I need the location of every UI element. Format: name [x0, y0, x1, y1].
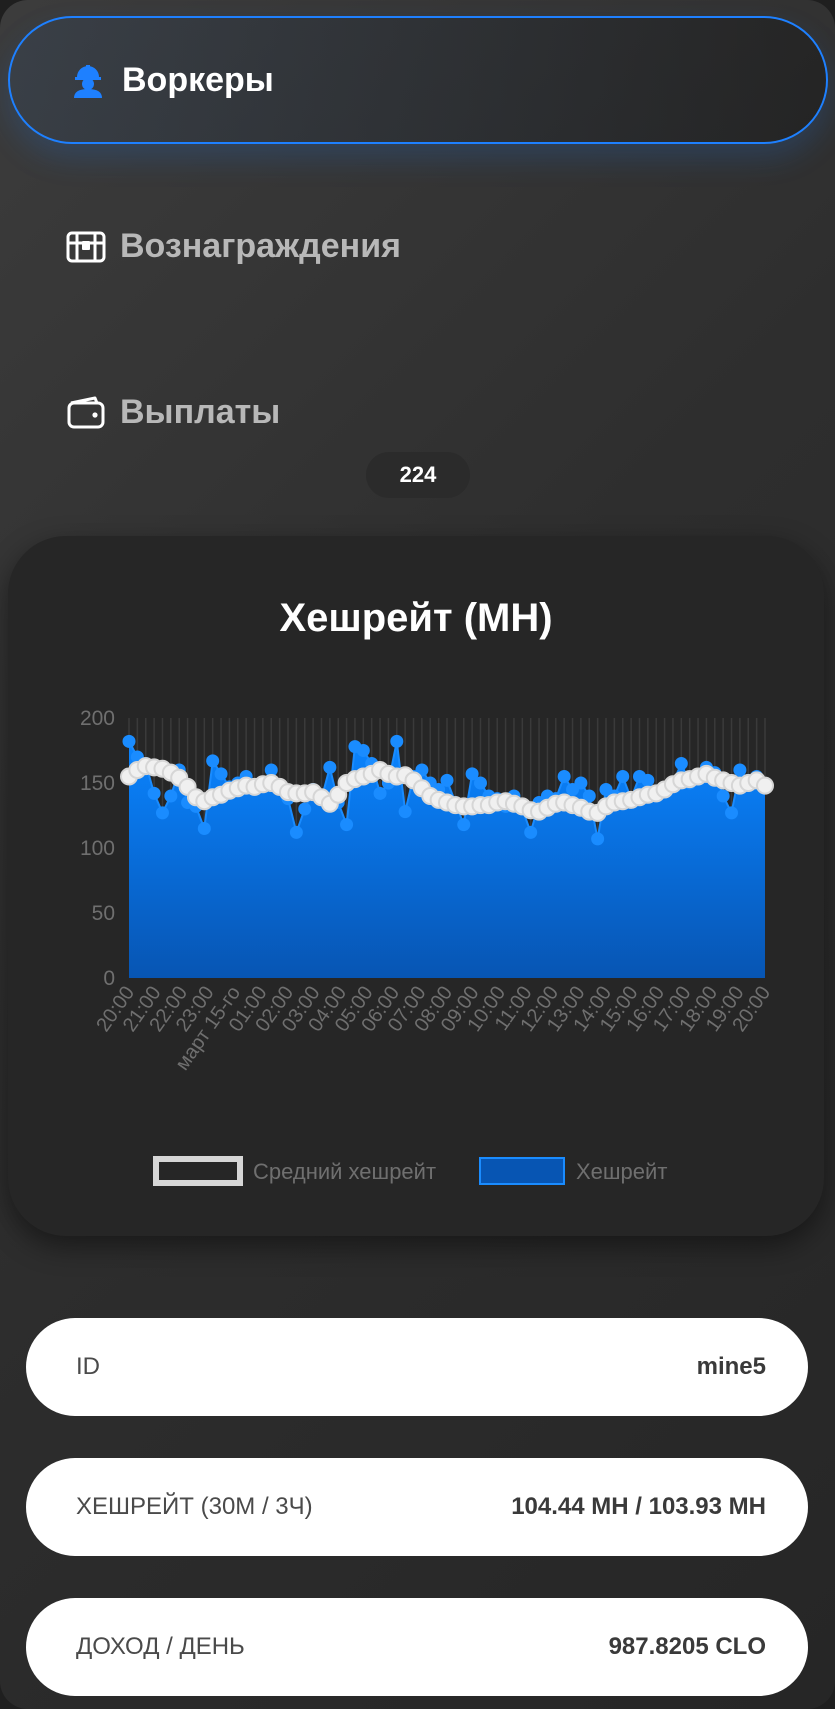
legend-swatch-average — [153, 1156, 243, 1186]
nav-item-workers[interactable]: Воркеры — [8, 16, 828, 144]
hashrate-point — [214, 767, 228, 781]
info-row-id: ID mine5 — [26, 1318, 808, 1416]
legend-swatch-hashrate — [479, 1157, 565, 1185]
hashrate-point — [147, 786, 161, 800]
hashrate-chart-card: Хешрейт (MH) 0 50 100 150 200 20:00 21:00 22:00… — [8, 536, 824, 1236]
hashrate-point — [398, 805, 412, 819]
average-point — [756, 776, 774, 795]
hashrate-point — [340, 818, 354, 832]
id-value: mine5 — [696, 1353, 766, 1380]
info-row-income: ДОХОД / ДЕНЬ 987.8205 CLO — [26, 1598, 808, 1696]
hashrate-value: 104.44 MH / 103.93 MH — [511, 1493, 766, 1520]
info-row-hashrate: ХЕШРЕЙТ (30М / 3Ч) 104.44 MH / 103.93 MH — [26, 1458, 808, 1556]
income-label: ДОХОД / ДЕНЬ — [76, 1633, 245, 1660]
hashrate-point — [206, 754, 220, 768]
hashrate-point — [574, 776, 588, 790]
hashrate-point — [298, 802, 312, 816]
nav-label-payouts: Выплаты — [120, 392, 281, 431]
hashrate-point — [289, 825, 303, 839]
hashrate-point — [674, 757, 688, 770]
nav-label-workers: Воркеры — [122, 60, 274, 99]
wallet-icon — [66, 392, 106, 432]
hashrate-point — [390, 734, 404, 748]
hashrate-label: ХЕШРЕЙТ (30М / 3Ч) — [76, 1493, 313, 1520]
hashrate-point — [457, 818, 471, 832]
hashrate-point — [716, 789, 730, 803]
y-tick-label: 0 — [103, 967, 115, 990]
hashrate-point — [323, 760, 337, 774]
hashrate-point — [524, 825, 538, 839]
hashrate-point — [356, 744, 370, 757]
hashrate-point — [155, 806, 169, 820]
worker-helmet-icon — [68, 60, 108, 100]
income-value: 987.8205 CLO — [608, 1633, 766, 1660]
treasure-chest-icon — [66, 226, 106, 266]
hashrate-chart: 05010015020020:0021:0022:0023:00март 15-… — [80, 707, 775, 1186]
hashrate-point — [473, 776, 487, 790]
hashrate-point — [557, 770, 571, 783]
hashrate-point — [725, 806, 739, 820]
y-tick-label: 100 — [80, 837, 115, 860]
nav-label-rewards: Вознаграждения — [120, 226, 401, 265]
hashrate-point — [733, 763, 747, 777]
legend-label-hashrate: Хешрейт — [576, 1159, 667, 1184]
y-tick-label: 200 — [80, 707, 115, 730]
id-label: ID — [76, 1353, 100, 1380]
hashrate-point — [641, 773, 655, 787]
hashrate-point — [373, 786, 387, 800]
nav-item-rewards[interactable]: Вознаграждения — [8, 182, 828, 310]
count-badge: 224 — [366, 452, 470, 498]
worker-panel: Воркеры Вознаграждения Выплаты 224 Хешре… — [0, 0, 835, 1709]
hashrate-point — [616, 770, 630, 783]
y-tick-label: 150 — [80, 772, 115, 795]
hashrate-point — [164, 789, 178, 803]
hashrate-point — [122, 734, 136, 748]
hashrate-point — [591, 832, 605, 846]
y-tick-label: 50 — [92, 902, 115, 925]
hashrate-point — [440, 773, 454, 787]
hashrate-point — [197, 822, 211, 835]
legend-label-average: Средний хешрейт — [253, 1159, 436, 1184]
